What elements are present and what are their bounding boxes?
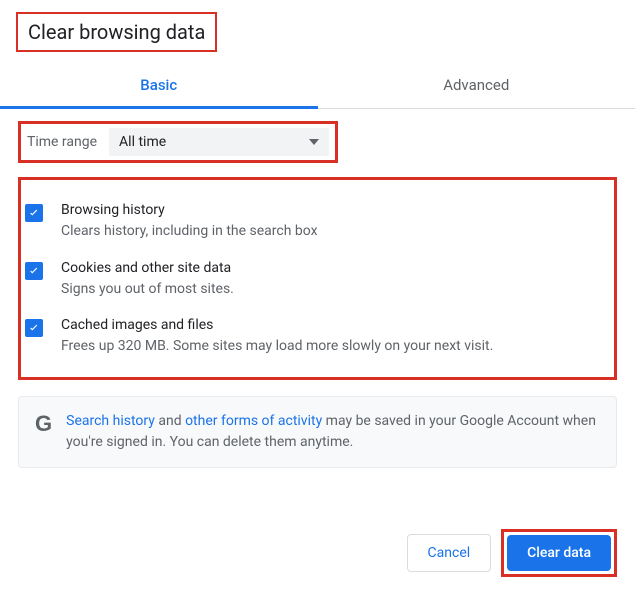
dialog-body: Time range All time Browsing history Cle… xyxy=(0,109,635,468)
option-text: Cached images and files Frees up 320 MB.… xyxy=(61,317,602,357)
option-title: Cached images and files xyxy=(61,317,602,333)
option-browsing-history: Browsing history Clears history, includi… xyxy=(25,190,602,248)
checkbox-browsing-history[interactable] xyxy=(25,204,43,222)
tabs: Basic Advanced xyxy=(0,62,635,109)
link-search-history[interactable]: Search history xyxy=(66,413,155,429)
dialog-buttons: Cancel Clear data xyxy=(407,529,617,577)
option-text: Browsing history Clears history, includi… xyxy=(61,202,602,242)
info-text: Search history and other forms of activi… xyxy=(66,411,600,453)
clear-data-button[interactable]: Clear data xyxy=(507,535,611,571)
option-title: Browsing history xyxy=(61,202,602,218)
timerange-value: All time xyxy=(119,134,166,150)
option-cookies: Cookies and other site data Signs you ou… xyxy=(25,248,602,306)
checkmark-icon xyxy=(27,321,41,335)
clear-browsing-data-dialog: Clear browsing data Basic Advanced Time … xyxy=(0,0,635,468)
cancel-button-label: Cancel xyxy=(428,545,471,561)
tab-advanced-label: Advanced xyxy=(443,76,509,94)
link-other-activity[interactable]: other forms of activity xyxy=(185,413,322,429)
timerange-highlight: Time range All time xyxy=(18,121,338,163)
option-text: Cookies and other site data Signs you ou… xyxy=(61,260,602,300)
clear-button-highlight: Clear data xyxy=(501,529,617,577)
cancel-button[interactable]: Cancel xyxy=(407,534,492,572)
tab-advanced[interactable]: Advanced xyxy=(318,62,635,108)
options-highlight: Browsing history Clears history, includi… xyxy=(18,177,617,380)
clear-button-label: Clear data xyxy=(527,545,591,561)
checkbox-cached[interactable] xyxy=(25,319,43,337)
title-highlight: Clear browsing data xyxy=(16,12,217,52)
chevron-down-icon xyxy=(309,139,319,145)
option-desc: Clears history, including in the search … xyxy=(61,222,602,242)
option-desc: Frees up 320 MB. Some sites may load mor… xyxy=(61,337,602,357)
info-box: G Search history and other forms of acti… xyxy=(18,396,617,468)
tab-basic[interactable]: Basic xyxy=(0,62,318,108)
option-cached: Cached images and files Frees up 320 MB.… xyxy=(25,305,602,363)
option-title: Cookies and other site data xyxy=(61,260,602,276)
tab-basic-label: Basic xyxy=(140,76,177,94)
timerange-label: Time range xyxy=(27,134,97,150)
info-mid: and xyxy=(155,413,185,429)
checkmark-icon xyxy=(27,206,41,220)
option-desc: Signs you out of most sites. xyxy=(61,280,602,300)
checkbox-cookies[interactable] xyxy=(25,262,43,280)
dialog-title: Clear browsing data xyxy=(28,20,205,44)
checkmark-icon xyxy=(27,264,41,278)
google-logo-icon: G xyxy=(35,411,52,437)
timerange-dropdown[interactable]: All time xyxy=(109,128,329,156)
